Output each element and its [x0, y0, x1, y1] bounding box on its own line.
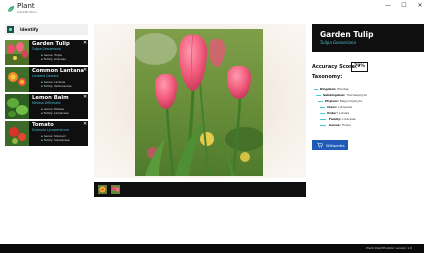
remove-card-button[interactable]: ✕: [83, 122, 87, 127]
card-family: ▪Family: Verbenaceae: [41, 84, 72, 88]
accuracy-score: 79%: [351, 62, 368, 72]
history-card-tomato[interactable]: Tomato Solanum Lycopersicum ▪Genus: Sola…: [5, 121, 88, 146]
maximize-button[interactable]: ☐: [397, 1, 411, 11]
taxonomy-row-class: Class: Liliopsida: [314, 105, 394, 109]
tulip-photo: [135, 29, 263, 176]
card-family: ▪Family: Solanaceae: [41, 138, 70, 142]
lantana-thumbnail: [5, 67, 29, 92]
card-scientific-name: Tulipa Gesneriana: [32, 47, 61, 51]
remove-card-button[interactable]: ✕: [83, 68, 87, 73]
taxonomy-row-genus: Genus: Tulipa: [314, 123, 394, 127]
app-subtitle: Identification: [17, 10, 37, 14]
history-card-garden-tulip[interactable]: Garden Tulip Tulipa Gesneriana ▪Genus: T…: [5, 40, 88, 65]
version-text: Plant Identification version 1.0: [366, 246, 412, 250]
taxonomy-label: Taxonomy:: [312, 74, 343, 80]
strip-thumbnail-tulip[interactable]: [111, 185, 120, 194]
app-title: Plant: [17, 2, 35, 10]
tomato-thumbnail: [5, 121, 29, 146]
taxonomy-row-phylum: Phylum: Magnoliophyta: [314, 99, 394, 103]
remove-card-button[interactable]: ✕: [83, 95, 87, 100]
wikipedia-button[interactable]: Wikipedia: [312, 140, 348, 150]
result-scientific-name: Tulipa Gesneriana: [320, 40, 356, 45]
card-family: ▪Family: Lamiaceae: [41, 111, 69, 115]
history-card-lemon-balm[interactable]: Lemon Balm Melissa Officinalis ▪Genus: M…: [5, 94, 88, 119]
taxonomy-row-order: Order: Liliales: [314, 111, 394, 115]
lemon-balm-thumbnail: [5, 94, 29, 119]
card-scientific-name: Lantana Camara: [32, 74, 59, 78]
result-common-name: Garden Tulip: [320, 30, 374, 39]
card-scientific-name: Solanum Lycopersicum: [32, 128, 69, 132]
status-bar: Plant Identification version 1.0: [0, 244, 424, 253]
identify-button[interactable]: Identify: [5, 24, 88, 35]
wikipedia-label: Wikipedia: [326, 142, 345, 148]
taxonomy-row-subkingdom: Subkingdom: Tracheophyta: [314, 93, 394, 97]
identify-label: Identify: [20, 27, 39, 32]
cart-icon: [317, 142, 323, 148]
history-card-common-lantana[interactable]: Common Lantana Lantana Camara ▪Genus: La…: [5, 67, 88, 92]
minimize-button[interactable]: —: [381, 1, 395, 11]
taxonomy-row-kingdom: Kingdom: Plantae: [314, 87, 394, 91]
remove-card-button[interactable]: ✕: [83, 41, 87, 46]
tulip-thumbnail: [5, 40, 29, 65]
identify-icon: [7, 26, 14, 33]
result-header: Garden Tulip Tulipa Gesneriana: [312, 24, 424, 52]
card-scientific-name: Melissa Officinalis: [32, 101, 61, 105]
leaf-logo-icon: [7, 6, 14, 13]
card-family: ▪Family: Liliaceae: [41, 57, 66, 61]
title-bar: Plant Identification — ☐ ✕: [0, 0, 424, 18]
close-window-button[interactable]: ✕: [413, 1, 424, 11]
taxonomy-row-family: Family: Liliaceae: [314, 117, 394, 121]
strip-thumbnail-flower[interactable]: [98, 185, 107, 194]
thumbnail-strip: [94, 182, 306, 197]
